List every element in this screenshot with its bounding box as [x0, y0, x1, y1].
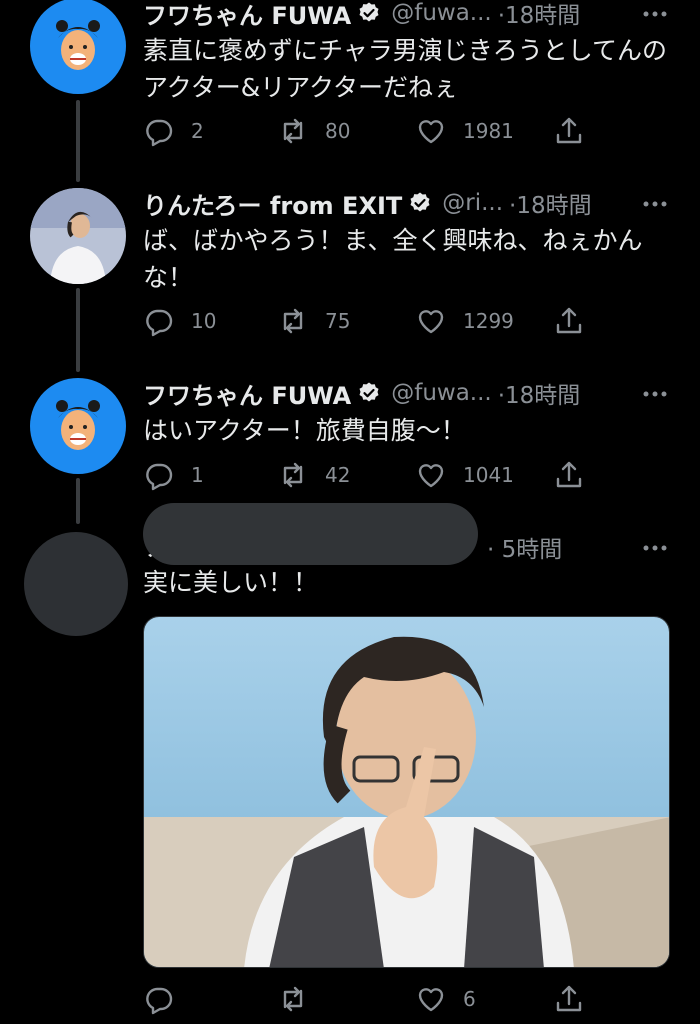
tweet-text: ば、ばかやろう！ま、全く興味ね、ねぇかんな！	[143, 226, 643, 292]
reply-button[interactable]: 2	[143, 114, 204, 148]
verified-icon	[359, 2, 379, 22]
fuwa-avatar-image	[30, 0, 126, 94]
like-icon	[418, 120, 444, 144]
reply-icon	[146, 987, 173, 1015]
reply-icon	[146, 119, 173, 147]
handle[interactable]: @fuwa...	[391, 380, 492, 406]
avatar-redacted[interactable]	[24, 532, 128, 636]
avatar-rintaro[interactable]	[30, 188, 126, 284]
reply-count: 10	[191, 309, 217, 333]
more-icon[interactable]	[640, 192, 670, 216]
display-name[interactable]: りんたろー from EXIT	[143, 186, 402, 221]
tweet-text: 素直に褒めずにチャラ男演じきろうとしてんのアクター&リアクターだねぇ	[143, 36, 668, 102]
share-button[interactable]	[553, 304, 585, 338]
display-name[interactable]: フワちゃん FUWA	[143, 376, 351, 411]
more-icon[interactable]	[640, 382, 670, 406]
thread-line	[76, 100, 80, 182]
like-icon	[418, 464, 444, 488]
like-button[interactable]: 6	[415, 982, 476, 1016]
retweet-icon	[283, 986, 303, 1012]
reply-button[interactable]	[143, 982, 191, 1016]
handle[interactable]: @fuwa...	[391, 0, 492, 26]
tweet-text: はいアクター！旅費自腹〜！	[143, 416, 466, 445]
tweet-photo[interactable]	[143, 616, 670, 968]
like-count: 6	[463, 987, 476, 1011]
reply-button[interactable]: 1	[143, 458, 204, 492]
share-button[interactable]	[553, 458, 585, 492]
like-count: 1041	[463, 463, 514, 487]
retweet-count: 42	[325, 463, 351, 487]
more-icon[interactable]	[640, 2, 670, 26]
verified-icon	[410, 192, 430, 212]
like-icon	[418, 310, 444, 334]
retweet-icon	[283, 118, 303, 144]
attached-photo-image	[144, 617, 669, 967]
rintaro-avatar-image	[30, 188, 126, 284]
redaction-overlay	[143, 503, 478, 565]
share-icon	[556, 307, 582, 334]
reply-button[interactable]: 10	[143, 304, 216, 338]
retweet-icon	[283, 462, 303, 488]
share-icon	[556, 461, 582, 488]
fuwa-avatar-image	[30, 378, 126, 474]
thread-line	[76, 288, 80, 372]
like-icon	[418, 988, 444, 1012]
retweet-button[interactable]: 42	[277, 458, 350, 492]
share-button[interactable]	[553, 982, 585, 1016]
timestamp[interactable]: ·18時間	[498, 376, 581, 410]
reply-icon	[146, 463, 173, 491]
retweet-count: 80	[325, 119, 351, 143]
retweet-button[interactable]: 80	[277, 114, 350, 148]
like-button[interactable]: 1981	[415, 114, 514, 148]
tweet-text: 実に美しい！！	[143, 568, 319, 597]
retweet-count: 75	[325, 309, 351, 333]
thread-line	[76, 478, 80, 524]
reply-count: 1	[191, 463, 204, 487]
display-name-fragment[interactable]: ソ	[143, 531, 165, 563]
avatar-fuwa[interactable]	[30, 0, 126, 94]
like-button[interactable]: 1299	[415, 304, 514, 338]
retweet-button[interactable]: 75	[277, 304, 350, 338]
like-button[interactable]: 1041	[415, 458, 514, 492]
timestamp[interactable]: · 5時間	[487, 530, 562, 564]
timestamp[interactable]: ·18時間	[498, 0, 581, 30]
reply-icon	[146, 309, 173, 337]
handle[interactable]: @ri...	[442, 190, 503, 216]
share-icon	[556, 117, 582, 144]
share-icon	[556, 985, 582, 1012]
retweet-icon	[283, 308, 303, 334]
display-name[interactable]: フワちゃん FUWA	[143, 0, 351, 31]
timestamp[interactable]: ·18時間	[509, 186, 592, 220]
tweet-4[interactable]: ソ · 5時間 実に美しい！！ 6	[0, 0, 700, 1024]
retweet-button[interactable]	[277, 982, 325, 1016]
share-button[interactable]	[553, 114, 585, 148]
like-count: 1299	[463, 309, 514, 333]
avatar-fuwa[interactable]	[30, 378, 126, 474]
verified-icon	[359, 382, 379, 402]
more-icon[interactable]	[640, 536, 670, 560]
like-count: 1981	[463, 119, 514, 143]
reply-count: 2	[191, 119, 204, 143]
